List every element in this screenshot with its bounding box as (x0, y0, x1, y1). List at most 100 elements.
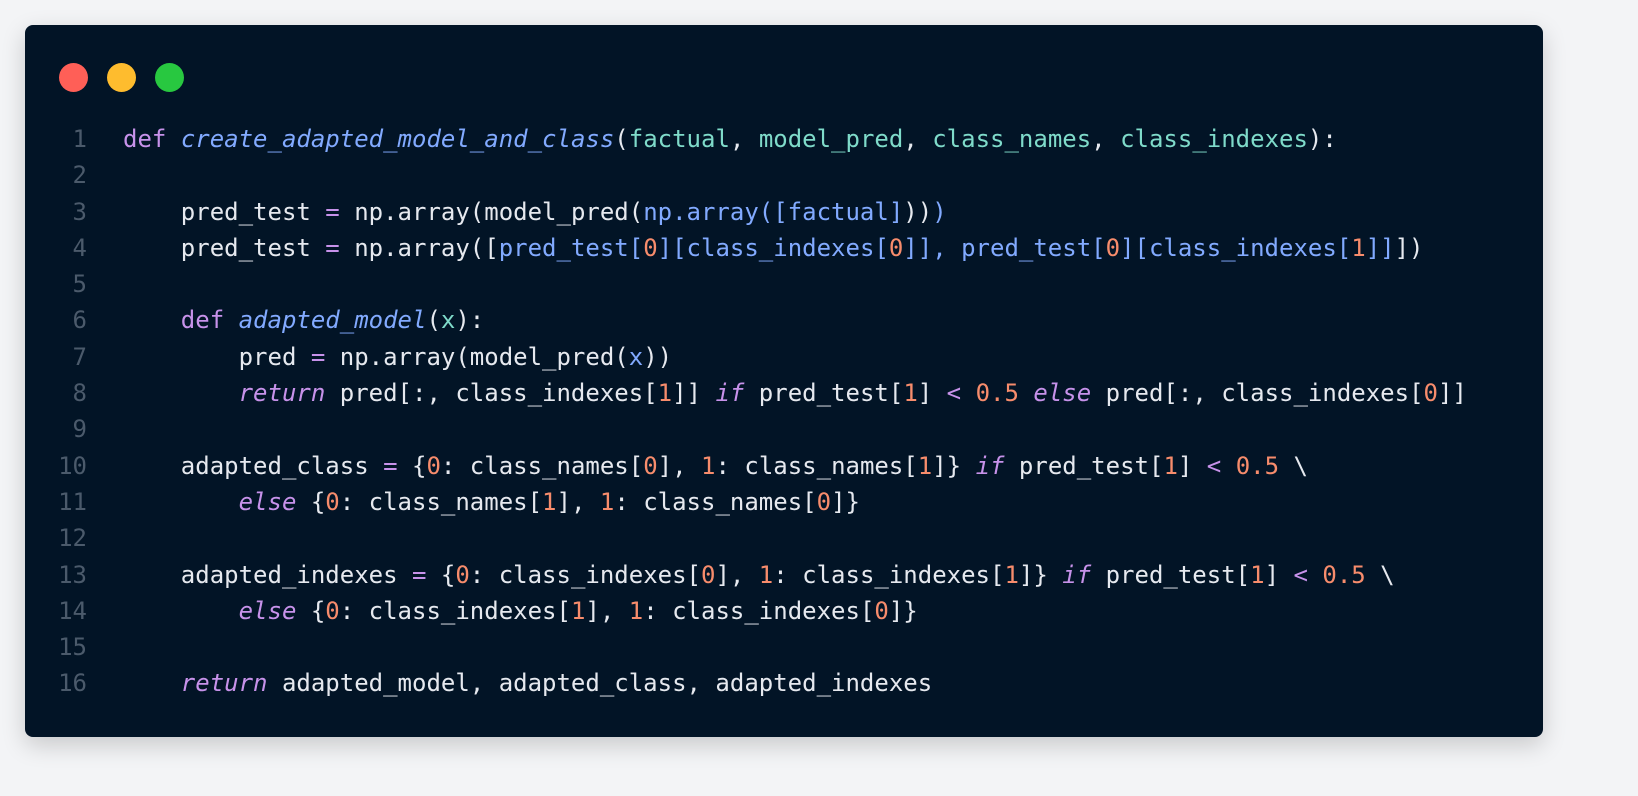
code-token: 0 (874, 596, 889, 625)
code-token: class_indexes (1120, 125, 1308, 153)
code-token: = (325, 197, 340, 226)
code-token: pred_test[ (1091, 560, 1251, 589)
line-number: 15 (58, 633, 87, 662)
code-token: 0 (325, 596, 340, 625)
line-number: 13 (58, 560, 87, 589)
line-number: 5 (72, 270, 87, 299)
code-token: def (123, 125, 167, 153)
code-token: if (715, 379, 745, 408)
code-token: ], (715, 560, 759, 589)
code-token: : class_names[ (715, 451, 918, 480)
code-token: ]) (1394, 233, 1424, 262)
line-number: 14 (58, 596, 87, 625)
code-token: pred_test[ (1004, 451, 1164, 480)
minimize-button[interactable] (107, 63, 136, 92)
code-token: 1 (1351, 233, 1366, 262)
code-text: return adapted_model, adapted_class, ada… (123, 665, 932, 701)
code-token: pred (123, 342, 311, 371)
line-number: 11 (58, 487, 87, 516)
line-number: 12 (58, 524, 87, 553)
code-block: 1 def create_adapted_model_and_class(fact… (25, 121, 1467, 702)
code-text: return pred[:, class_indexes[1]] if pred… (123, 375, 1467, 411)
code-token: x (440, 306, 456, 335)
code-token: pred_test (123, 233, 326, 262)
line-number: 16 (58, 669, 87, 698)
code-token: ( (614, 125, 629, 153)
line-number: 7 (72, 342, 87, 371)
code-text: pred_test = np.array([pred_test[0][class… (123, 230, 1424, 266)
code-text: adapted_indexes = {0: class_indexes[0], … (123, 557, 1395, 593)
code-line: 13 adapted_indexes = {0: class_indexes[0… (25, 557, 1467, 593)
code-token: < (1206, 451, 1222, 480)
code-token: 1 (1004, 560, 1019, 589)
code-token: = (411, 560, 427, 589)
code-token: ] (917, 379, 947, 408)
code-line: 14 else {0: class_indexes[1], 1: class_i… (25, 593, 1467, 629)
code-token: else (238, 487, 297, 516)
code-token: 1 (1163, 451, 1178, 480)
code-token: ): (455, 306, 485, 335)
line-number: 2 (72, 161, 87, 190)
code-token: , (729, 125, 759, 153)
code-token: 0 (455, 560, 470, 589)
code-line: 10 adapted_class = {0: class_names[0], 1… (25, 448, 1467, 484)
code-token: ( (426, 306, 441, 335)
line-number: 4 (72, 233, 87, 262)
code-token: ] (1264, 560, 1294, 589)
code-token: if (975, 451, 1005, 480)
code-token: pred_test[ (498, 233, 644, 262)
code-token: 0.5 (1322, 560, 1366, 589)
code-token: def (180, 306, 225, 335)
code-token: )) (643, 342, 673, 371)
code-text: adapted_class = {0: class_names[0], 1: c… (123, 448, 1308, 484)
code-token: ]] (1365, 233, 1395, 262)
code-line: 7 pred = np.array(model_pred(x)) (25, 339, 1467, 375)
code-text: pred_test = np.array(model_pred(np.array… (123, 194, 947, 230)
code-token: 1 (758, 560, 774, 589)
code-line: 1 def create_adapted_model_and_class(fact… (25, 121, 1467, 157)
code-token: { (426, 560, 456, 589)
code-line: 3 pred_test = np.array(model_pred(np.arr… (25, 194, 1467, 230)
code-token: 1 (1250, 560, 1265, 589)
code-token: { (296, 596, 326, 625)
window-controls (59, 63, 184, 92)
code-token: < (1293, 560, 1308, 589)
code-token: 1 (628, 596, 644, 625)
code-token: np.array(model_pred( (325, 342, 629, 371)
code-token: = (310, 342, 326, 371)
maximize-button[interactable] (155, 63, 184, 92)
code-token: ], (556, 487, 600, 516)
code-token: ]} (831, 487, 860, 516)
code-token: 1 (917, 451, 933, 480)
code-token: ): (1307, 125, 1337, 153)
code-window: 1 def create_adapted_model_and_class(fact… (25, 25, 1543, 737)
code-line: 12 (25, 520, 1467, 556)
code-token: model_pred (758, 125, 904, 153)
code-token: 1 (542, 487, 557, 516)
code-token: pred_test (123, 197, 326, 226)
code-token: ]} (1018, 560, 1063, 589)
code-token: ] (1177, 451, 1207, 480)
close-button[interactable] (59, 63, 88, 92)
code-token: { (296, 487, 326, 516)
code-token: pred[:, class_indexes[ (325, 379, 658, 408)
code-token: { (397, 451, 427, 480)
code-token: 1 (701, 451, 716, 480)
code-token: : class_names[ (614, 487, 817, 516)
code-text: else {0: class_names[1], 1: class_names[… (123, 484, 860, 520)
code-token: np.array([factual] (643, 197, 904, 226)
code-line: 4 pred_test = np.array([pred_test[0][cla… (25, 230, 1467, 266)
code-token: : class_names[ (339, 487, 543, 516)
code-token: adapted_indexes (123, 560, 412, 589)
code-token: return (180, 669, 268, 698)
code-token: ][class_indexes[ (1120, 233, 1352, 262)
